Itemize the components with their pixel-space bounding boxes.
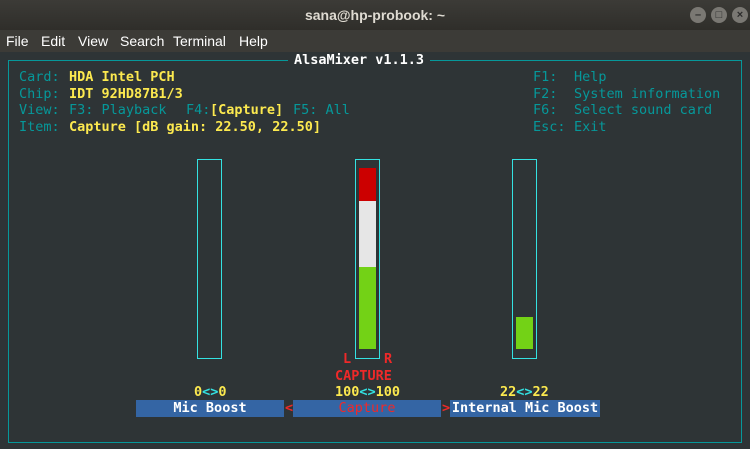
view-f4-capture[interactable]: [Capture] bbox=[210, 102, 283, 118]
item-label: Item: bbox=[19, 119, 60, 135]
capture-level-green-segment bbox=[359, 267, 376, 349]
capture-channel-left-label: L bbox=[343, 351, 352, 367]
capture-channel-right-label: R bbox=[384, 351, 393, 367]
help-f1-label: Help bbox=[574, 69, 607, 85]
selected-left-arrow: < bbox=[285, 400, 294, 416]
window-title: sana@hp-probook: ~ bbox=[304, 7, 446, 23]
capture-values: 100<>100 bbox=[335, 384, 401, 400]
mic-boost-label[interactable]: Mic Boost bbox=[136, 400, 284, 417]
view-f3-playback[interactable]: F3: Playback bbox=[69, 102, 167, 118]
capture-switch-label[interactable]: CAPTURE bbox=[335, 368, 392, 384]
window-titlebar: sana@hp-probook: ~ – □ × bbox=[0, 0, 750, 30]
chip-label: Chip: bbox=[19, 86, 60, 102]
menu-file[interactable]: File bbox=[6, 30, 29, 52]
help-f2-key: F2: bbox=[533, 86, 558, 102]
close-button[interactable]: × bbox=[732, 7, 748, 23]
maximize-button[interactable]: □ bbox=[711, 7, 727, 23]
chip-value: IDT 92HD87B1/3 bbox=[69, 86, 183, 102]
view-f4-key[interactable]: F4: bbox=[186, 102, 210, 118]
menu-edit[interactable]: Edit bbox=[41, 30, 65, 52]
capture-level-white-segment bbox=[359, 201, 376, 267]
card-label: Card: bbox=[19, 69, 60, 85]
help-f1-key: F1: bbox=[533, 69, 558, 85]
menu-search[interactable]: Search bbox=[120, 30, 164, 52]
view-f5-all[interactable]: F5: All bbox=[293, 102, 350, 118]
internal-mic-boost-level-segment bbox=[516, 317, 533, 349]
help-f2-label: System information bbox=[574, 86, 721, 102]
menubar: File Edit View Search Terminal Help bbox=[0, 30, 750, 52]
terminal-area[interactable]: AlsaMixer v1.1.3 Card: HDA Intel PCH Chi… bbox=[0, 52, 750, 449]
menu-terminal[interactable]: Terminal bbox=[173, 30, 226, 52]
mic-boost-volume-bar[interactable] bbox=[197, 159, 222, 359]
help-f6-key: F6: bbox=[533, 102, 558, 118]
minimize-button[interactable]: – bbox=[690, 7, 706, 23]
help-esc-label: Exit bbox=[574, 119, 607, 135]
help-esc-key: Esc: bbox=[533, 119, 566, 135]
internal-mic-boost-label[interactable]: Internal Mic Boost bbox=[450, 400, 600, 417]
capture-level-red-segment bbox=[359, 168, 376, 201]
capture-label-selected[interactable]: Capture bbox=[293, 400, 441, 417]
view-label: View: bbox=[19, 102, 60, 118]
capture-volume-bar[interactable] bbox=[355, 159, 380, 359]
card-value: HDA Intel PCH bbox=[69, 69, 175, 85]
menu-view[interactable]: View bbox=[78, 30, 108, 52]
alsamixer-title: AlsaMixer v1.1.3 bbox=[288, 52, 431, 68]
item-value: Capture [dB gain: 22.50, 22.50] bbox=[69, 119, 321, 135]
help-f6-label: Select sound card bbox=[574, 102, 713, 118]
menu-help[interactable]: Help bbox=[239, 30, 268, 52]
selected-right-arrow: > bbox=[442, 400, 451, 416]
internal-mic-boost-volume-bar[interactable] bbox=[512, 159, 537, 359]
internal-mic-boost-values: 22<>22 bbox=[500, 384, 549, 400]
mic-boost-values: 0<>0 bbox=[194, 384, 227, 400]
terminal-scrollbar[interactable] bbox=[742, 52, 750, 449]
